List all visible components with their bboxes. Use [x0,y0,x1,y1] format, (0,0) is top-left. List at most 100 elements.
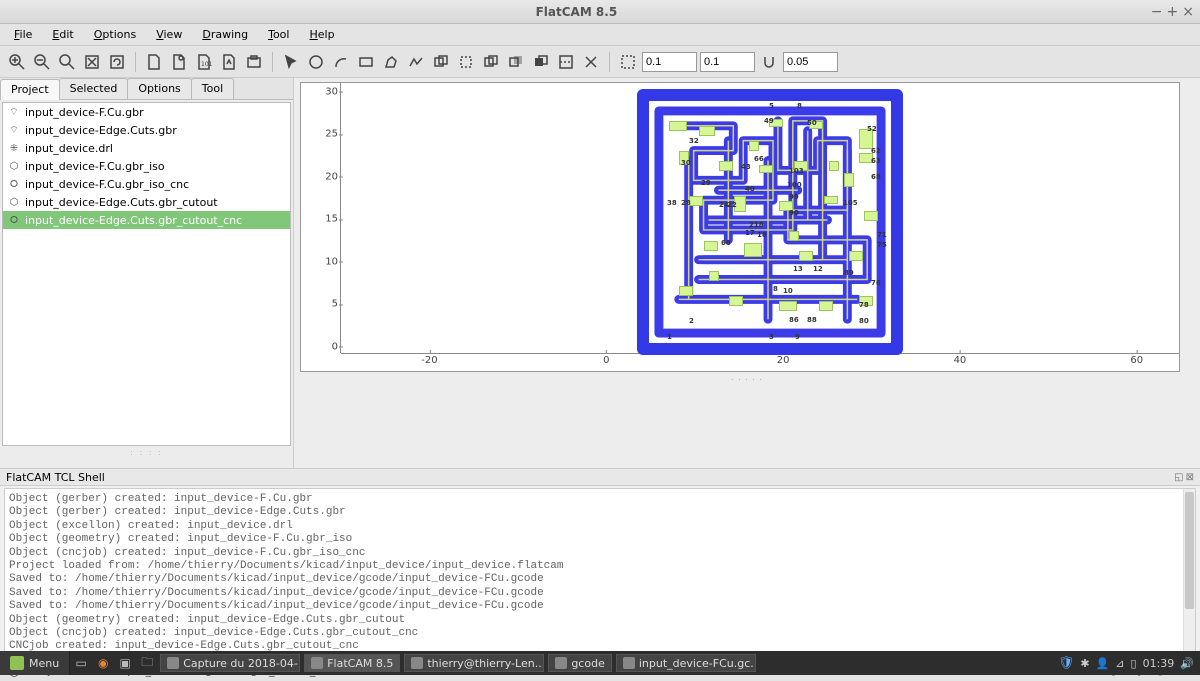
task-app-icon [167,657,179,669]
delete-icon[interactable] [580,51,602,73]
show-desktop-icon[interactable]: ▭ [70,651,92,675]
splitter-handle[interactable]: : : : : [0,448,293,468]
object-list[interactable]: ⌔input_device-F.Cu.gbr⌔input_device-Edge… [2,102,291,446]
pcb-pad [779,301,797,311]
new-project-icon[interactable] [143,51,165,73]
wifi-icon[interactable]: ⊿ [1115,657,1124,670]
move-rect-icon[interactable] [455,51,477,73]
terminal-icon[interactable]: ▣ [114,651,136,675]
gridx-input[interactable] [642,52,697,72]
tab-project[interactable]: Project [0,79,60,100]
list-item[interactable]: ⁜input_device.drl [3,139,290,157]
y-tick: 10 [325,256,338,267]
menu-file[interactable]: File [4,26,42,43]
taskbar-task[interactable]: input_device-FCu.gc... [616,654,756,672]
pcb-label: 13 [793,265,803,273]
menu-help[interactable]: Help [299,26,344,43]
rectangle-icon[interactable] [355,51,377,73]
maximize-button[interactable]: + [1167,4,1179,20]
clock[interactable]: 01:39 [1143,657,1175,670]
taskbar-task[interactable]: Capture du 2018-04-... [160,654,300,672]
hsplitter-handle[interactable]: . . . . . [300,372,1194,383]
select-icon[interactable] [280,51,302,73]
menu-tool[interactable]: Tool [258,26,299,43]
subtract-icon[interactable] [530,51,552,73]
zoom-in-icon[interactable] [6,51,28,73]
bluetooth-icon[interactable]: ✱ [1080,657,1089,670]
clear-plot-icon[interactable] [81,51,103,73]
plot-canvas[interactable]: 051015202530 -200204060 [300,82,1180,372]
cut-icon[interactable] [555,51,577,73]
taskbar-task[interactable]: FlatCAM 8.5 [304,654,400,672]
list-item[interactable]: ⌔input_device-Edge.Cuts.gbr [3,121,290,139]
shell-line: Saved to: /home/thierry/Documents/kicad/… [9,600,1191,613]
pcb-traces [649,101,891,343]
x-axis: -200204060 [341,353,1179,371]
tab-options[interactable]: Options [127,78,191,99]
pcb-label: 5 [769,102,774,110]
pcb-label: 8 [797,102,802,110]
tab-selected[interactable]: Selected [59,78,129,99]
pcb-label: 28 [681,199,691,207]
path-icon[interactable] [405,51,427,73]
open-gerber-icon[interactable] [168,51,190,73]
zoom-fit-icon[interactable] [56,51,78,73]
pcb-label: 68 [721,239,731,247]
shell-detach-icon[interactable]: ◱ [1174,472,1183,483]
system-taskbar: Menu ▭ ◉ ▣ 🗀 Capture du 2018-04-...FlatC… [0,651,1200,675]
union-icon[interactable] [480,51,502,73]
files-icon[interactable]: 🗀 [136,651,158,675]
pcb-label: 89 [844,269,854,277]
open-gcode-icon[interactable] [218,51,240,73]
grid-icon[interactable] [617,51,639,73]
menu-drawing[interactable]: Drawing [192,26,258,43]
task-app-icon [555,657,567,669]
firefox-icon[interactable]: ◉ [92,651,114,675]
gridy-input[interactable] [700,52,755,72]
user-icon[interactable]: 👤 [1096,657,1110,670]
menu-view[interactable]: View [146,26,192,43]
cncjob-icon: ⭘ [7,177,21,191]
open-excellon-icon[interactable]: 101 [193,51,215,73]
list-item[interactable]: ⬡input_device-Edge.Cuts.gbr_cutout [3,193,290,211]
battery-icon[interactable]: ▯ [1131,657,1137,670]
open-project-icon[interactable] [243,51,265,73]
y-tick: 30 [325,86,338,97]
shell-line: Object (geometry) created: input_device-… [9,533,1191,546]
pcb-label: 75 [877,241,887,249]
circle-icon[interactable] [305,51,327,73]
zoom-out-icon[interactable] [31,51,53,73]
menu-edit[interactable]: Edit [42,26,83,43]
start-menu-button[interactable]: Menu [0,651,70,675]
replot-icon[interactable] [106,51,128,73]
arc-icon[interactable] [330,51,352,73]
polygon-icon[interactable] [380,51,402,73]
snap-input[interactable] [783,52,838,72]
list-item[interactable]: ⌔input_device-F.Cu.gbr [3,103,290,121]
minimize-button[interactable]: − [1151,4,1163,20]
list-item[interactable]: ⬡input_device-F.Cu.gbr_iso [3,157,290,175]
magnet-icon[interactable] [758,51,780,73]
pcb-label: 30 [681,159,691,167]
tab-tool[interactable]: Tool [191,78,234,99]
y-tick: 20 [325,171,338,182]
intersect-icon[interactable] [505,51,527,73]
shell-scrollbar[interactable] [1183,489,1195,656]
menu-options[interactable]: Options [84,26,146,43]
list-item[interactable]: ⭘input_device-Edge.Cuts.gbr_cutout_cnc [3,211,290,229]
pcb-label: 40 [745,185,755,193]
y-axis: 051015202530 [301,83,341,353]
shell-output[interactable]: Object (gerber) created: input_device-F.… [4,488,1196,657]
shell-close-icon[interactable]: ⊠ [1186,472,1194,483]
geometry-icon: ⬡ [7,195,21,209]
taskbar-task[interactable]: thierry@thierry-Len... [404,654,544,672]
update-icon[interactable]: 🛡 [1058,656,1075,671]
taskbar-task[interactable]: gcode [548,654,612,672]
volume-icon[interactable]: 🔊 [1180,657,1194,670]
copy-icon[interactable] [430,51,452,73]
list-item[interactable]: ⭘input_device-F.Cu.gbr_iso_cnc [3,175,290,193]
close-button[interactable]: × [1182,4,1194,20]
pcb-pad [759,165,773,173]
gerber-icon: ⌔ [7,105,21,119]
pcb-pad [844,173,854,187]
